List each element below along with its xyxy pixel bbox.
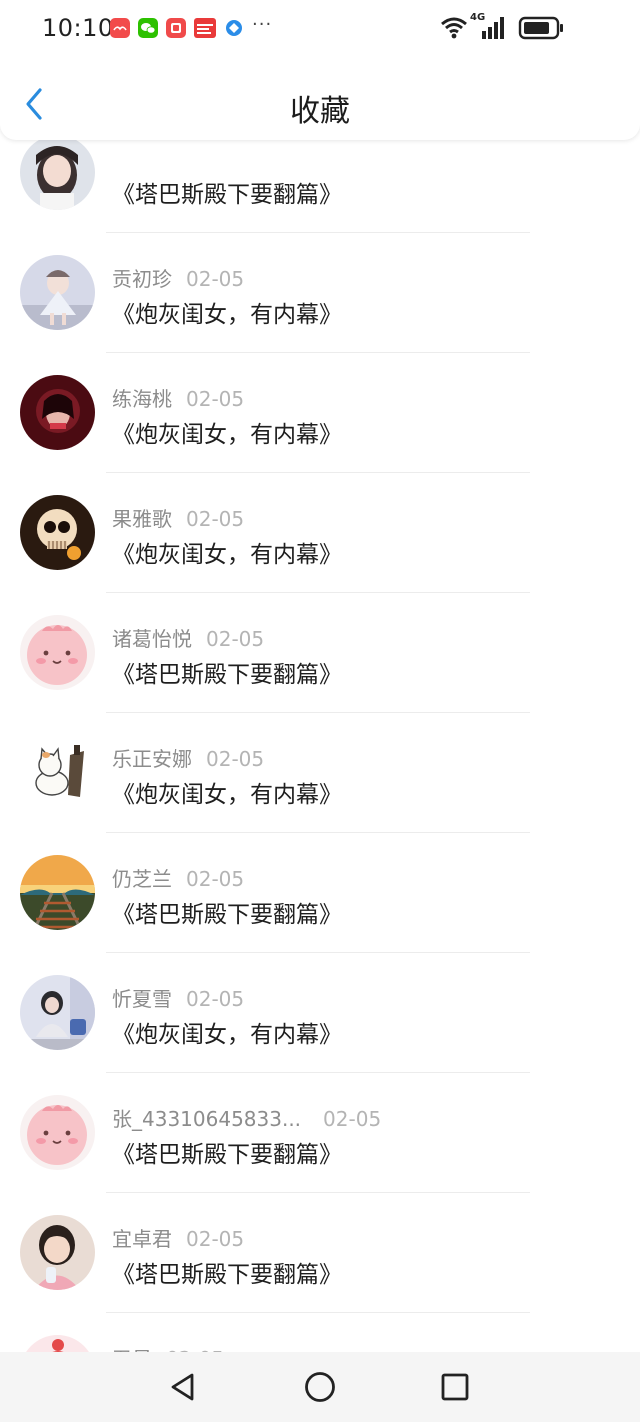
battery-icon (518, 16, 563, 40)
avatar[interactable] (20, 135, 95, 210)
status-time: 10:10 (42, 14, 114, 42)
user-name[interactable]: 忻夏雪 (112, 987, 172, 1011)
item-meta (112, 143, 126, 169)
item-date: 02-05 (186, 507, 245, 531)
user-name[interactable]: 贡初珍 (112, 267, 172, 291)
status-bar: 10:10 ··· 4G (0, 0, 640, 58)
user-name[interactable]: 宜卓君 (112, 1227, 172, 1251)
nav-home-button[interactable] (300, 1367, 340, 1407)
divider (106, 232, 530, 233)
item-date: 02-05 (186, 1227, 245, 1251)
red-app-icon-2 (166, 18, 186, 38)
red-app-icon (110, 18, 130, 38)
system-status-icons (441, 16, 563, 40)
item-meta: 张_43310645833... 02-05 (112, 1103, 382, 1131)
nav-recents-button[interactable] (435, 1367, 475, 1407)
divider (106, 1192, 530, 1193)
list-item[interactable]: 仍芝兰 02-05 《塔巴斯殿下要翻篇》 (0, 835, 640, 955)
book-title[interactable]: 《塔巴斯殿下要翻篇》 (112, 175, 342, 209)
list-item[interactable]: 宜卓君 02-05 《塔巴斯殿下要翻篇》 (0, 1195, 640, 1315)
favorites-screen: 《塔巴斯殿下要翻篇》 贡初珍 02-05 《炮灰闺女，有内幕》 练海桃 02-05 《炮灰闺… (0, 0, 640, 1422)
divider (106, 1072, 530, 1073)
avatar[interactable] (20, 735, 95, 810)
toutiao-icon (194, 18, 216, 38)
item-meta: 召星02-05 (112, 1343, 224, 1352)
list-item[interactable]: 果雅歌 02-05 《炮灰闺女，有内幕》 (0, 475, 640, 595)
status-icons: 4G (440, 12, 598, 41)
user-name[interactable]: 仍芝兰 (112, 867, 172, 891)
avatar[interactable] (20, 375, 95, 450)
avatar[interactable] (20, 255, 95, 330)
avatar[interactable] (20, 855, 95, 930)
recents-square-icon (441, 1373, 469, 1401)
item-date: 02-05 (186, 867, 245, 891)
item-date: 02-05 (323, 1107, 382, 1131)
book-title[interactable]: 《塔巴斯殿下要翻篇》 (112, 655, 342, 689)
book-title[interactable]: 《炮灰闺女，有内幕》 (112, 415, 342, 449)
list-item[interactable]: 贡初珍 02-05 《炮灰闺女，有内幕》 (0, 235, 640, 355)
divider (106, 592, 530, 593)
user-name[interactable]: 果雅歌 (112, 507, 172, 531)
user-name[interactable]: 张_43310645833... (112, 1107, 301, 1131)
list-item[interactable]: 忻夏雪 02-05 《炮灰闺女，有内幕》 (0, 955, 640, 1075)
book-title[interactable]: 《炮灰闺女，有内幕》 (112, 775, 342, 809)
list-item[interactable]: 诸葛怡悦 02-05 《塔巴斯殿下要翻篇》 (0, 595, 640, 715)
list-item[interactable]: 召星02-05 (0, 1315, 640, 1352)
divider (106, 472, 530, 473)
book-title[interactable]: 《塔巴斯殿下要翻篇》 (112, 1255, 342, 1289)
favorites-list[interactable]: 《塔巴斯殿下要翻篇》 贡初珍 02-05 《炮灰闺女，有内幕》 练海桃 02-05 《炮灰闺… (0, 96, 640, 1352)
app-header: 10:10 ··· 4G 收藏 (0, 0, 640, 140)
item-date: 02-05 (186, 987, 245, 1011)
home-circle-icon (305, 1372, 335, 1402)
avatar[interactable] (20, 495, 95, 570)
nav-back-button[interactable] (164, 1367, 204, 1407)
item-meta: 贡初珍 02-05 (112, 263, 245, 291)
item-meta: 宜卓君 02-05 (112, 1223, 245, 1251)
avatar[interactable] (20, 1095, 95, 1170)
divider (106, 952, 530, 953)
list-item[interactable]: 练海桃 02-05 《炮灰闺女，有内幕》 (0, 355, 640, 475)
signal-icon (482, 17, 504, 39)
item-meta: 乐正安娜 02-05 (112, 743, 265, 771)
book-title[interactable]: 《炮灰闺女，有内幕》 (112, 1015, 342, 1049)
book-title[interactable]: 《炮灰闺女，有内幕》 (112, 535, 342, 569)
system-nav-bar (0, 1352, 640, 1422)
avatar[interactable] (20, 1335, 95, 1352)
item-date: 02-05 (206, 627, 265, 651)
wifi-icon (441, 17, 467, 39)
avatar[interactable] (20, 1215, 95, 1290)
item-date: 02-05 (186, 387, 245, 411)
title-bar: 收藏 (0, 70, 640, 140)
list-item[interactable]: 张_43310645833... 02-05 《塔巴斯殿下要翻篇》 (0, 1075, 640, 1195)
user-name[interactable]: 练海桃 (112, 387, 172, 411)
item-date: 02-05 (186, 267, 245, 291)
divider (106, 712, 530, 713)
user-name[interactable]: 乐正安娜 (112, 747, 192, 771)
user-name[interactable]: 诸葛怡悦 (112, 627, 192, 651)
page-title: 收藏 (290, 94, 350, 129)
divider (106, 832, 530, 833)
item-date: 02-05 (206, 747, 265, 771)
list-item[interactable]: 乐正安娜 02-05 《炮灰闺女，有内幕》 (0, 715, 640, 835)
back-triangle-icon (171, 1373, 194, 1401)
blue-app-icon (224, 18, 244, 38)
wechat-icon (138, 18, 158, 38)
book-title[interactable]: 《塔巴斯殿下要翻篇》 (112, 895, 342, 929)
item-meta: 仍芝兰 02-05 (112, 863, 245, 891)
avatar[interactable] (20, 615, 95, 690)
item-meta: 忻夏雪 02-05 (112, 983, 245, 1011)
more-notifications-icon: ··· (252, 14, 273, 35)
item-meta: 果雅歌 02-05 (112, 503, 245, 531)
book-title[interactable]: 《炮灰闺女，有内幕》 (112, 295, 342, 329)
divider (106, 352, 530, 353)
network-type-label: 4G (470, 12, 486, 23)
book-title[interactable]: 《塔巴斯殿下要翻篇》 (112, 1135, 342, 1169)
divider (106, 1312, 530, 1313)
item-meta: 诸葛怡悦 02-05 (112, 623, 265, 651)
item-meta: 练海桃 02-05 (112, 383, 245, 411)
avatar[interactable] (20, 975, 95, 1050)
